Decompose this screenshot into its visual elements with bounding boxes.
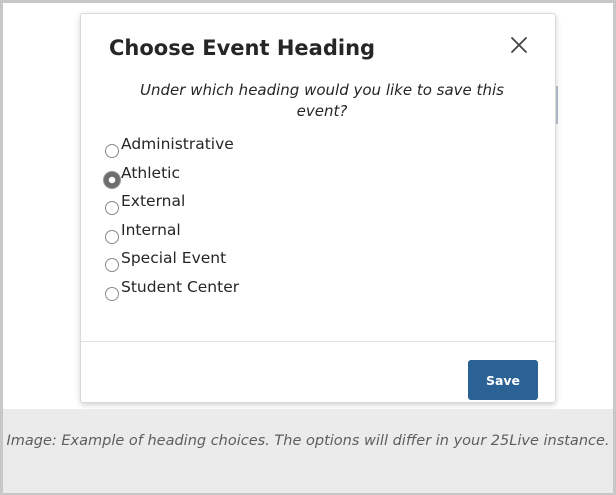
heading-option-label: Special Event [121,249,227,268]
radio-button[interactable] [105,201,119,216]
heading-option-administrative[interactable]: Administrative [105,132,239,161]
radio-button-selected[interactable] [103,170,121,189]
heading-option-athletic[interactable]: Athletic [103,161,239,190]
heading-option-label: Administrative [121,135,234,154]
background-page-edge [556,86,558,124]
close-icon[interactable] [506,32,532,58]
heading-option-external[interactable]: External [105,189,239,218]
heading-option-internal[interactable]: Internal [105,218,239,247]
heading-option-label: Student Center [121,277,240,296]
heading-option-label: Internal [121,220,181,239]
image-caption: Image: Example of heading choices. The o… [6,433,610,449]
dialog-title: Choose Event Heading [109,36,376,60]
radio-button[interactable] [105,144,119,159]
save-button[interactable]: Save [468,360,538,400]
image-caption-area: Image: Example of heading choices. The o… [3,409,613,493]
heading-option-label: External [121,192,186,211]
heading-options-list: Administrative Athletic External Interna… [103,132,239,304]
heading-option-label: Athletic [121,163,180,182]
heading-option-student-center[interactable]: Student Center [105,275,239,304]
radio-button[interactable] [105,286,119,301]
radio-button[interactable] [105,258,119,273]
dialog-prompt: Under which heading would you like to sa… [140,81,504,120]
heading-option-special-event[interactable]: Special Event [105,246,239,275]
dialog-footer-divider [81,341,555,342]
radio-button[interactable] [105,229,119,244]
choose-event-heading-dialog: Choose Event Heading Under which heading… [80,13,556,403]
